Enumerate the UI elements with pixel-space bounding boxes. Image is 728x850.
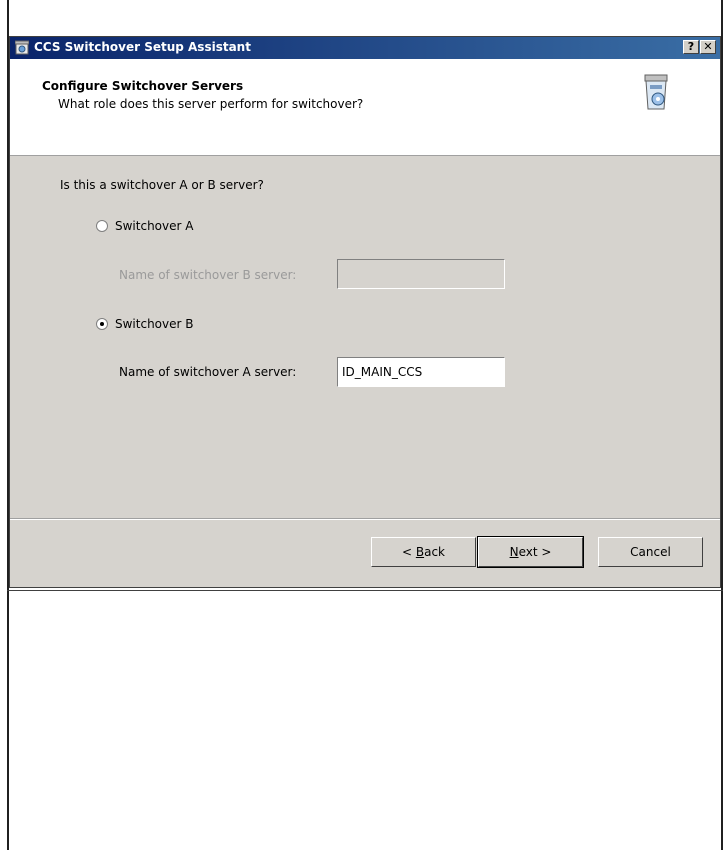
- setup-box-icon: [644, 74, 668, 110]
- back-button[interactable]: < Back: [371, 537, 476, 567]
- switchover-a-name-label: Name of switchover A server:: [119, 365, 297, 379]
- switchover-b-label: Switchover B: [115, 317, 194, 331]
- back-rest: ack: [424, 545, 445, 559]
- next-mnemonic: N: [509, 545, 519, 559]
- footer-separator: [10, 518, 720, 520]
- setup-app-icon: [15, 40, 29, 55]
- close-button[interactable]: ✕: [700, 40, 716, 54]
- switchover-b-name-field[interactable]: [337, 259, 505, 289]
- title-bar[interactable]: CCS Switchover Setup Assistant ? ✕: [10, 37, 720, 59]
- wizard-header: Configure Switchover Servers What role d…: [10, 59, 720, 156]
- help-button[interactable]: ?: [683, 40, 699, 54]
- switchover-b-option[interactable]: Switchover B: [96, 317, 193, 331]
- next-button[interactable]: Next >: [477, 536, 584, 568]
- switchover-a-radio[interactable]: [96, 220, 108, 232]
- page-subtitle: What role does this server perform for s…: [58, 97, 364, 111]
- cancel-button[interactable]: Cancel: [598, 537, 703, 567]
- next-rest: ext >: [518, 545, 552, 559]
- switchover-b-radio[interactable]: [96, 318, 108, 330]
- window-title: CCS Switchover Setup Assistant: [34, 40, 251, 54]
- role-question: Is this a switchover A or B server?: [60, 178, 264, 192]
- switchover-a-label: Switchover A: [115, 219, 194, 233]
- switchover-a-option[interactable]: Switchover A: [96, 219, 193, 233]
- back-mnemonic: B: [415, 545, 425, 559]
- switchover-b-name-label: Name of switchover B server:: [119, 268, 297, 282]
- setup-dialog: CCS Switchover Setup Assistant ? ✕ Confi…: [9, 36, 721, 588]
- wizard-content: Is this a switchover A or B server? Swit…: [10, 156, 720, 518]
- back-prefix: <: [401, 545, 416, 559]
- page-title: Configure Switchover Servers: [42, 79, 244, 93]
- switchover-a-name-field[interactable]: [337, 357, 505, 387]
- lower-divider: [7, 590, 723, 591]
